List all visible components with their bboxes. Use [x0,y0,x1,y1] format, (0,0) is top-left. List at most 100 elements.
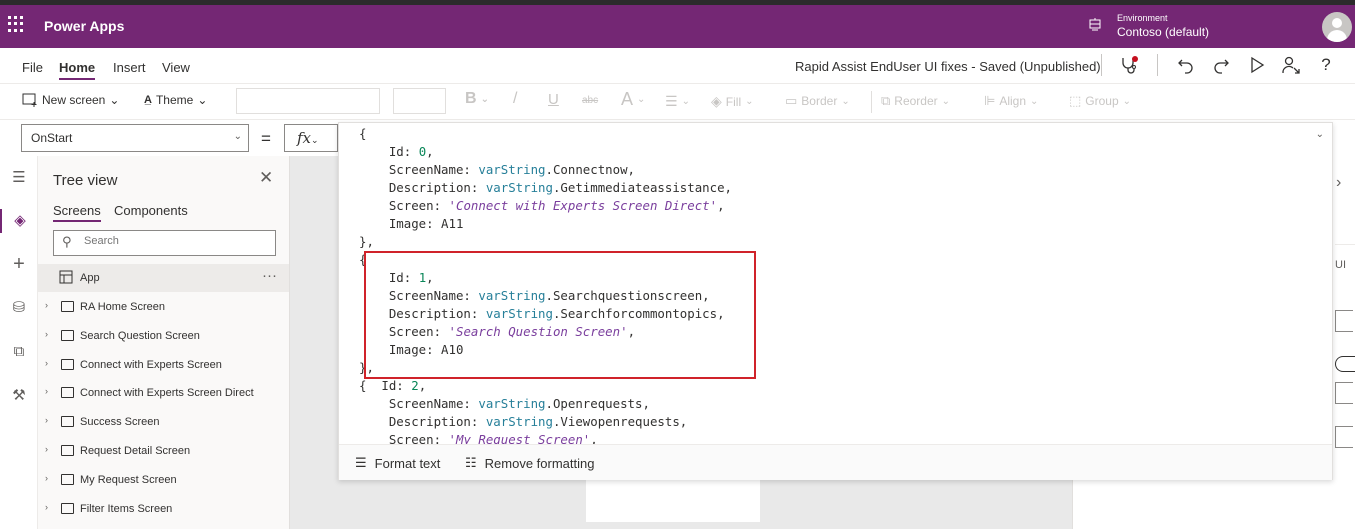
code-token: Description: [359,180,486,195]
formula-editor[interactable]: ⌄ { Id: 0, ScreenName: varString.Connect… [338,122,1333,480]
code-token: { Id: [359,378,412,393]
code-line: ScreenName: varString.Connectnow, [359,161,732,179]
fill-label: Fill [725,94,742,109]
tree-view-layers-icon[interactable]: ◈ [0,209,38,233]
bold-button[interactable]: B ⌄ [465,90,489,108]
chevron-right-icon[interactable]: › [45,473,48,483]
document-title[interactable]: Rapid Assist EndUser UI fixes - Saved (U… [795,59,1101,74]
tree-search-input[interactable] [84,235,264,247]
tab-screens[interactable]: Screens [53,203,101,222]
chevron-right-icon[interactable]: › [45,358,48,368]
advanced-tools-icon[interactable]: ⚒ [0,384,38,408]
code-token: , [717,198,725,213]
code-token: Image: A11 [359,216,464,231]
tree-item-app[interactable]: App ··· [38,264,289,292]
tree-item-label: RA Home Screen [80,301,165,313]
chevron-right-icon[interactable]: › [45,502,48,512]
font-size-button[interactable]: A ⌄ [621,89,645,110]
menu-insert[interactable]: Insert [113,60,146,75]
chevron-right-icon[interactable]: › [45,300,48,310]
chevron-right-icon[interactable]: › [45,329,48,339]
left-nav-rail: ☰ ◈ + ⛁ ⧉ ⚒ [0,156,38,529]
tree-search-box[interactable]: ⚲ [53,230,276,256]
tree-item-label: Search Question Screen [80,329,200,342]
theme-button[interactable]: A̲ Theme ⌄ [144,93,207,107]
code-token: }, [359,234,374,249]
fill-icon: ◈ [711,93,722,109]
code-line: Description: varString.Viewopenrequests, [359,413,732,431]
font-family-dropdown[interactable] [236,88,380,114]
property-dropdown[interactable]: OnStart ⌄ [21,124,249,152]
tree-item-screen[interactable]: › Connect with Experts Screen Direct [38,379,289,407]
menu-home[interactable]: Home [59,60,96,80]
fx-button[interactable]: fx⌄ [284,124,338,152]
border-button[interactable]: ▭ Border ⌄ [785,93,850,109]
code-token: , [426,144,434,159]
screen-preview[interactable] [586,480,760,522]
environment-picker[interactable]: Contoso (default) [1117,25,1209,39]
close-icon[interactable]: ✕ [259,168,273,188]
text-align-button[interactable]: ☰ ⌄ [665,93,690,110]
chevron-right-icon[interactable]: › [45,415,48,425]
remove-formatting-label: Remove formatting [484,455,595,471]
tree-item-screen[interactable]: › Filter Items Screen [38,495,289,523]
tree-item-screen[interactable]: › Connect with Experts Screen [38,351,289,379]
media-icon[interactable]: ⧉ [0,340,38,364]
tree-item-screen[interactable]: › Success Screen [38,408,289,436]
property-input[interactable] [1335,426,1353,448]
font-size-dropdown[interactable] [393,88,446,114]
code-token: varString [485,180,553,195]
menu-file[interactable]: File [22,60,43,75]
format-text-button[interactable]: ☰ Format text [355,455,440,471]
app-icon [59,270,73,284]
reorder-button[interactable]: ⧉ Reorder ⌄ [881,93,950,109]
reorder-label: Reorder [894,94,938,108]
share-icon[interactable] [1281,55,1301,75]
text-align-icon: ☰ [665,93,678,109]
user-avatar[interactable] [1322,12,1352,42]
help-icon[interactable]: ? [1316,55,1336,75]
theme-icon: A̲ [144,94,152,106]
ribbon-toolbar: New screen ⌄ A̲ Theme ⌄ B ⌄ / U abc A ⌄ ☰ ⌄… [0,84,1355,120]
fill-button[interactable]: ◈ Fill ⌄ [711,93,754,110]
screen-icon [61,445,74,456]
tree-item-screen[interactable]: › RA Home Screen [38,293,289,321]
screen-icon [61,473,74,485]
tree-item-label: Connect with Experts Screen Direct [80,387,254,400]
group-button[interactable]: ⬚ Group ⌄ [1069,93,1131,109]
remove-formatting-button[interactable]: ☷ Remove formatting [465,455,594,471]
tree-item-screen[interactable]: › Request Detail Screen [38,437,289,465]
tab-components[interactable]: Components [114,203,188,218]
underline-button[interactable]: U [548,91,559,108]
chevron-right-icon[interactable]: › [1336,174,1341,192]
chevron-right-icon[interactable]: › [45,444,48,454]
chevron-down-icon: ⌄ [233,131,242,142]
undo-icon[interactable] [1176,55,1196,75]
insert-plus-icon[interactable]: + [0,252,38,276]
data-database-icon[interactable]: ⛁ [0,296,38,320]
tree-item-screen[interactable]: › My Request Screen [38,466,289,494]
code-token: ScreenName: [359,162,479,177]
italic-button[interactable]: / [513,90,517,108]
app-name[interactable]: Power Apps [44,18,124,34]
collapse-editor-icon[interactable]: ⌄ [1316,129,1324,140]
italic-icon: / [513,90,518,107]
hamburger-menu-icon[interactable]: ☰ [0,166,38,190]
property-input[interactable] [1335,382,1353,404]
new-screen-button[interactable]: New screen ⌄ [22,93,119,107]
align-button[interactable]: ⊫ Align ⌄ [984,93,1038,109]
menu-view[interactable]: View [162,60,190,75]
property-input[interactable] [1335,310,1353,332]
redo-icon[interactable] [1211,55,1231,75]
strikethrough-button[interactable]: abc [582,95,598,106]
screen-icon [61,301,74,312]
more-options-icon[interactable]: ··· [262,267,277,284]
tree-item-screen[interactable]: › Search Question Screen [38,322,289,350]
preview-play-icon[interactable] [1247,55,1267,75]
app-checker-icon[interactable] [1119,55,1139,75]
chevron-right-icon[interactable]: › [45,386,48,396]
environment-label: Environment [1117,13,1168,23]
align-icon: ⊫ [984,93,996,108]
app-launcher-icon[interactable] [8,16,24,32]
property-toggle[interactable] [1335,356,1355,372]
